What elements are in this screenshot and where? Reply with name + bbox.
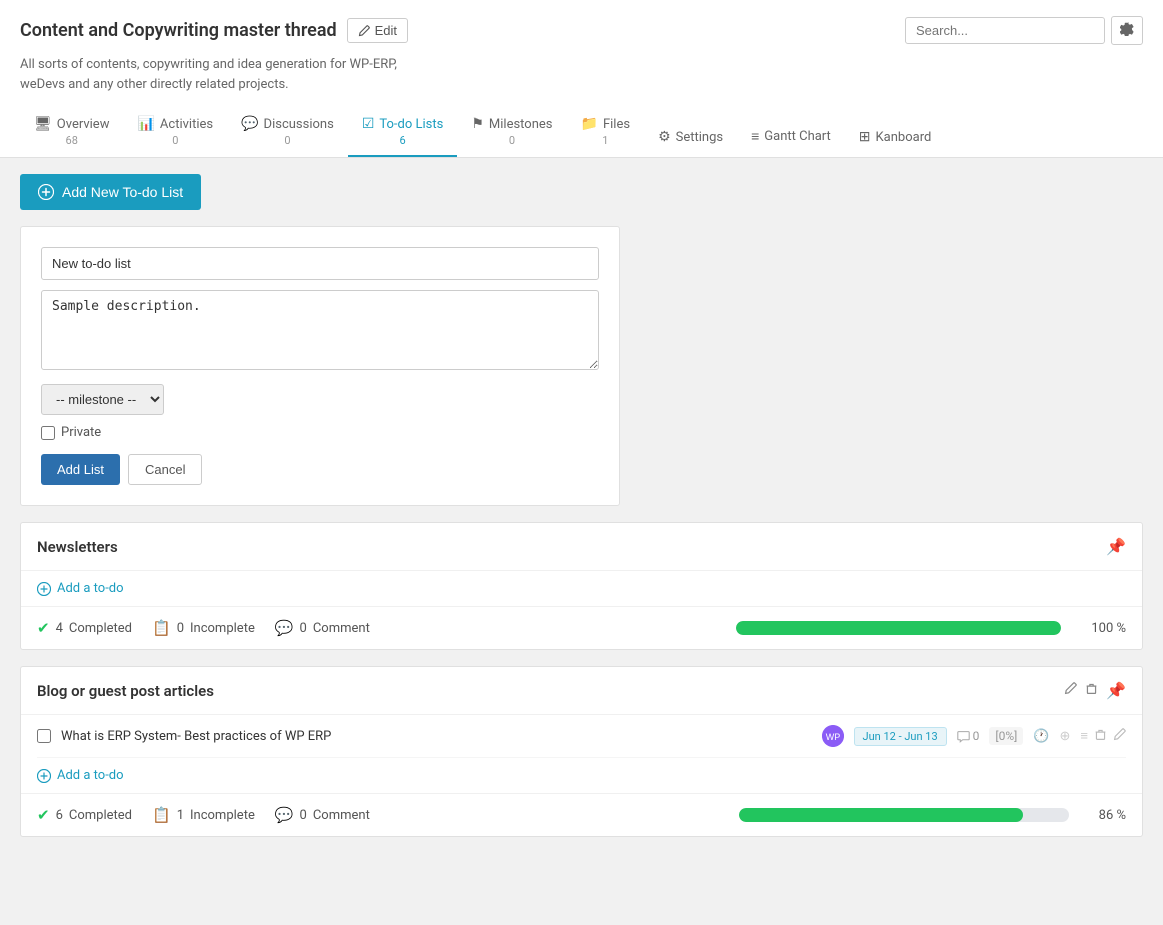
todo-list-title-input[interactable]: [41, 247, 599, 280]
blog-pin-icon[interactable]: 📌: [1106, 681, 1126, 700]
date-range-badge: Jun 12 - Jun 13: [854, 727, 947, 746]
blog-comment-icon: 💬: [275, 806, 294, 824]
tab-gantt-chart[interactable]: ≡Gantt Chart: [737, 120, 845, 157]
newsletters-progress-pct: 100 %: [1091, 621, 1126, 636]
blog-incomplete-label: Incomplete: [190, 808, 255, 823]
blog-articles-footer: ✔ 6 Completed 📋 1 Incomplete 💬 0 Comment: [21, 793, 1142, 836]
todo-edit-icon[interactable]: [1113, 728, 1126, 745]
todo-checkbox[interactable]: [37, 729, 51, 743]
tab-discussions[interactable]: 💬Discussions 0: [227, 108, 348, 157]
avatar: WP: [822, 725, 844, 747]
milestone-select[interactable]: -- milestone --: [41, 384, 164, 415]
add-list-button[interactable]: Add List: [41, 454, 120, 485]
todo-add-icon[interactable]: ⊕: [1060, 729, 1071, 744]
blog-comment-count: 0: [300, 808, 307, 823]
blog-completed-check-icon: ✔: [37, 806, 50, 824]
newsletters-todo-list: Add a to-do: [21, 571, 1142, 606]
comment-icon: 💬: [275, 619, 294, 637]
newsletters-pin-icon[interactable]: 📌: [1106, 537, 1126, 556]
newsletters-completed-label: Completed: [69, 621, 132, 636]
todo-menu-icon[interactable]: ≡: [1080, 728, 1088, 745]
blog-articles-section: Blog or guest post articles 📌 Wha: [20, 666, 1143, 837]
blog-completed-count: 6: [56, 808, 63, 823]
settings-gear-button[interactable]: [1111, 16, 1143, 45]
plus-circle-icon-small-2: [37, 769, 51, 783]
new-todo-list-form: Sample description. -- milestone -- Priv…: [20, 226, 620, 506]
blog-incomplete-icon: 📋: [152, 806, 171, 824]
page-description: All sorts of contents, copywriting and i…: [20, 55, 1143, 108]
newsletters-footer: ✔ 4 Completed 📋 0 Incomplete 💬 0 Comment: [21, 606, 1142, 649]
todo-text: What is ERP System- Best practices of WP…: [61, 729, 331, 744]
page-title: Content and Copywriting master thread: [20, 20, 337, 41]
tab-kanboard[interactable]: ⊞Kanboard: [845, 121, 946, 157]
tab-files[interactable]: 📁Files 1: [567, 108, 645, 157]
newsletters-completed-count: 4: [56, 621, 63, 636]
incomplete-icon: 📋: [152, 619, 171, 637]
edit-label: Edit: [375, 23, 397, 38]
newsletters-incomplete-label: Incomplete: [190, 621, 255, 636]
tab-overview[interactable]: 🖥Overview 68: [20, 108, 123, 157]
search-input[interactable]: [905, 17, 1105, 44]
tab-bar: 🖥Overview 68 📊Activities 0 💬Discussions …: [20, 108, 1143, 157]
todo-progress-badge: [0%]: [989, 727, 1023, 745]
blog-articles-title: Blog or guest post articles: [37, 682, 214, 700]
completed-check-icon: ✔: [37, 619, 50, 637]
tab-todo-lists[interactable]: ☑To-do Lists 6: [348, 108, 458, 157]
newsletters-incomplete-count: 0: [177, 621, 184, 636]
blog-progress-bar: [739, 808, 1068, 822]
svg-text:WP: WP: [825, 732, 840, 742]
blog-delete-icon[interactable]: [1085, 682, 1098, 699]
newsletters-title: Newsletters: [37, 538, 118, 556]
comment-count: 0: [957, 729, 980, 743]
plus-circle-icon-small: [37, 582, 51, 596]
todo-clock-icon[interactable]: 🕐: [1033, 729, 1049, 744]
newsletters-progress-bar: [736, 621, 1062, 635]
blog-comment-label: Comment: [313, 808, 370, 823]
blog-add-todo-link[interactable]: Add a to-do: [37, 768, 1126, 783]
newsletters-comment-label: Comment: [313, 621, 370, 636]
tab-settings[interactable]: ⚙Settings: [644, 121, 737, 157]
private-label: Private: [61, 425, 101, 440]
plus-circle-icon: [38, 184, 54, 200]
table-row: What is ERP System- Best practices of WP…: [37, 715, 1126, 758]
newsletters-comment-count: 0: [300, 621, 307, 636]
private-checkbox[interactable]: [41, 426, 55, 440]
newsletters-add-todo-link[interactable]: Add a to-do: [37, 581, 1126, 596]
add-new-todo-list-button[interactable]: Add New To-do List: [20, 174, 201, 210]
tab-milestones[interactable]: ⚑Milestones 0: [457, 108, 566, 157]
blog-completed-label: Completed: [69, 808, 132, 823]
blog-progress-pct: 86 %: [1099, 808, 1126, 823]
todo-trash-icon[interactable]: [1094, 728, 1107, 745]
pencil-icon: [358, 25, 370, 37]
blog-edit-icon[interactable]: [1064, 682, 1077, 699]
edit-button[interactable]: Edit: [347, 18, 408, 43]
blog-articles-todo-list: What is ERP System- Best practices of WP…: [21, 715, 1142, 793]
tab-activities[interactable]: 📊Activities 0: [123, 108, 227, 157]
todo-list-description-input[interactable]: Sample description.: [41, 290, 599, 370]
comment-bubble-icon: [957, 730, 970, 743]
blog-incomplete-count: 1: [177, 808, 184, 823]
gear-icon: [1120, 22, 1134, 36]
cancel-button[interactable]: Cancel: [128, 454, 202, 485]
newsletters-section: Newsletters 📌 Add a to-do ✔ 4 Completed: [20, 522, 1143, 650]
